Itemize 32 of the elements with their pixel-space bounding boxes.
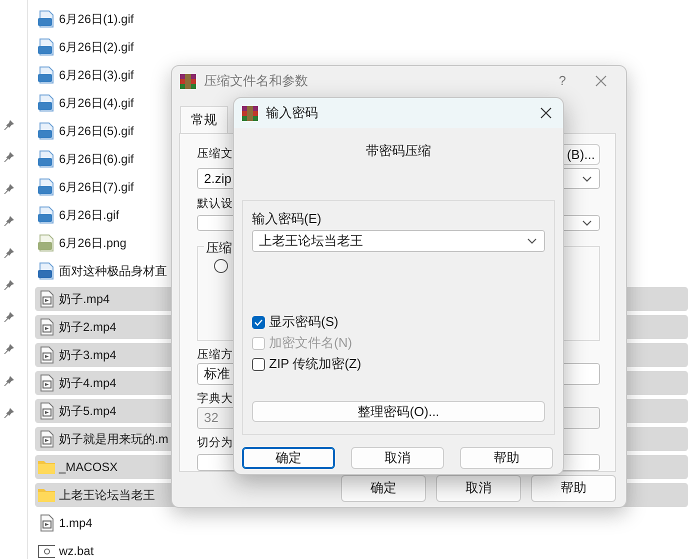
field-label: 字典大	[197, 391, 233, 408]
file-name: 6月26日(5).gif	[59, 123, 134, 139]
file-name: 奶子就是用来玩的.m	[59, 431, 168, 447]
file-name: 上老王论坛当老王	[59, 487, 155, 503]
dialog-heading: 带密码压缩	[365, 142, 432, 160]
file-name: 奶子4.mp4	[59, 375, 116, 391]
field-label: 输入密码(E)	[252, 210, 322, 226]
file-name: 6月26日(2).gif	[59, 39, 134, 55]
checkbox-label: 加密文件名(N)	[269, 335, 352, 352]
field-label: 切分为	[197, 436, 233, 452]
file-name: 6月26日(3).gif	[59, 67, 134, 83]
file-name: 6月26日(7).gif	[59, 179, 134, 195]
file-name: 奶子.mp4	[59, 291, 110, 307]
file-name: 6月26日.png	[59, 235, 126, 251]
window-title: 压缩文件名和参数	[204, 72, 308, 90]
field-label: 默认设	[197, 196, 233, 212]
file-name: 6月26日(4).gif	[59, 95, 134, 111]
file-name: 奶子2.mp4	[59, 319, 116, 335]
file-name: wz.bat	[59, 543, 94, 559]
field-label: 压缩文	[197, 146, 233, 162]
file-name: 6月26日(6).gif	[59, 151, 134, 167]
file-name: 6月26日(1).gif	[59, 11, 134, 27]
checkbox-label: 显示密码(S)	[269, 314, 338, 330]
file-name: 奶子5.mp4	[59, 403, 116, 419]
file-name: 奶子3.mp4	[59, 347, 116, 363]
file-name: _MACOSX	[59, 459, 118, 475]
file-name: 6月26日.gif	[59, 207, 120, 223]
file-name: 1.mp4	[59, 515, 92, 531]
file-name: 面对这种极品身材直	[59, 263, 167, 279]
field-label: 压缩方	[197, 347, 233, 364]
window-title: 输入密码	[266, 104, 318, 122]
checkbox-label: ZIP 传统加密(Z)	[269, 356, 362, 372]
